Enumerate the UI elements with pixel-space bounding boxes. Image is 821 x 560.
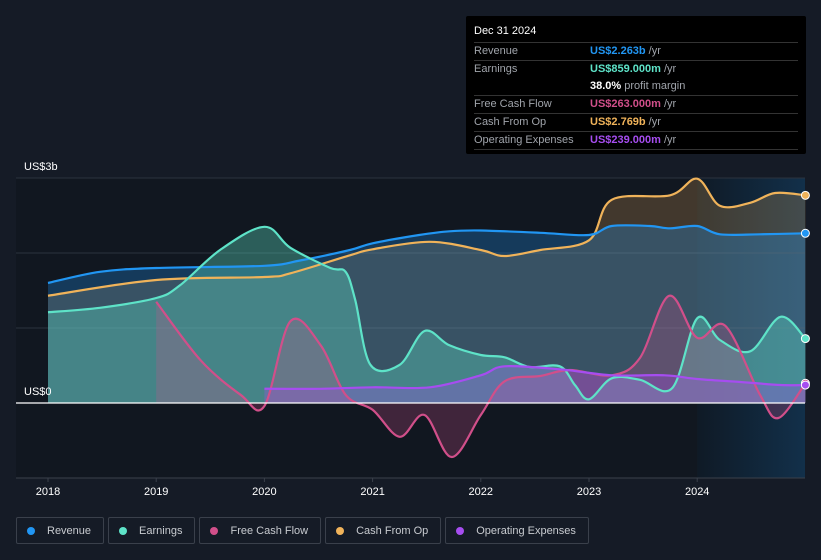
legend-item-earnings[interactable]: Earnings [108, 517, 196, 544]
tooltip-unit: /yr [648, 116, 661, 128]
tooltip-label: Free Cash Flow [474, 98, 552, 110]
tooltip-unit: /yr [663, 98, 677, 110]
legend-label: Free Cash Flow [230, 524, 309, 537]
x-tick-label: 2021 [360, 486, 384, 498]
tooltip-row-free-cash-flow: Free Cash Flow US$263.000m /yr [474, 96, 798, 114]
operating-expenses-end-point [800, 380, 810, 390]
earnings-end-point [800, 334, 810, 344]
tooltip-value: US$2.769b [590, 116, 646, 128]
tooltip-row-earnings: Earnings US$859.000m /yr [474, 61, 798, 78]
tooltip-label [474, 78, 590, 95]
x-tick-label: 2020 [252, 486, 276, 498]
x-tick-label: 2019 [144, 486, 168, 498]
tooltip-date: Dec 31 2024 [474, 24, 798, 43]
tooltip-label: Earnings [474, 63, 518, 75]
free-cash-flow-dot-icon [210, 526, 219, 535]
tooltip-label: Operating Expenses [474, 134, 574, 146]
tooltip-row-profit-margin: 38.0% profit margin [474, 78, 798, 96]
y-tick-label: US$0 [24, 386, 52, 398]
cash-from-op-dot-icon [336, 526, 345, 535]
x-tick-label: 2022 [469, 486, 493, 498]
tooltip-value: 38.0% [590, 80, 622, 92]
revenue-dot-icon [27, 526, 35, 535]
legend-label: Cash From Op [356, 524, 429, 537]
x-tick-label: 2023 [577, 486, 601, 498]
tooltip-unit: /yr [648, 45, 661, 57]
operating-expenses-dot-icon [456, 526, 465, 535]
tooltip-value: US$859.000m [590, 63, 661, 75]
legend-item-free-cash-flow[interactable]: Free Cash Flow [199, 517, 322, 544]
tooltip-unit: /yr [663, 63, 677, 75]
earnings-dot-icon [119, 526, 128, 535]
tooltip-label: Cash From Op [474, 116, 547, 128]
tooltip-row-operating-expenses: Operating Expenses US$239.000m /yr [474, 132, 798, 150]
legend-item-cash-from-op[interactable]: Cash From Op [325, 517, 442, 544]
legend-item-operating-expenses[interactable]: Operating Expenses [445, 517, 589, 544]
cash-from-op-end-point [800, 190, 810, 200]
chart-legend: Revenue Earnings Free Cash Flow Cash Fro… [16, 517, 589, 544]
x-tick-label: 2024 [685, 486, 709, 498]
tooltip-label: Revenue [474, 45, 519, 57]
legend-label: Operating Expenses [476, 524, 576, 537]
tooltip-panel: Dec 31 2024 Revenue US$2.263b /yr Earnin… [466, 16, 806, 154]
tooltip-row-revenue: Revenue US$2.263b /yr [474, 43, 798, 61]
tooltip-value: US$263.000m [590, 98, 661, 110]
tooltip-value: US$2.263b [590, 45, 646, 57]
legend-label: Revenue [47, 524, 92, 537]
legend-label: Earnings [139, 524, 183, 537]
legend-item-revenue[interactable]: Revenue [16, 517, 105, 544]
tooltip-unit: /yr [663, 134, 677, 146]
tooltip-unit: profit margin [624, 80, 686, 92]
x-tick-label: 2018 [36, 486, 60, 498]
y-tick-label: US$3b [24, 161, 58, 173]
tooltip-row-cash-from-op: Cash From Op US$2.769b /yr [474, 114, 798, 132]
revenue-end-point [800, 228, 810, 238]
tooltip-value: US$239.000m [590, 134, 661, 146]
